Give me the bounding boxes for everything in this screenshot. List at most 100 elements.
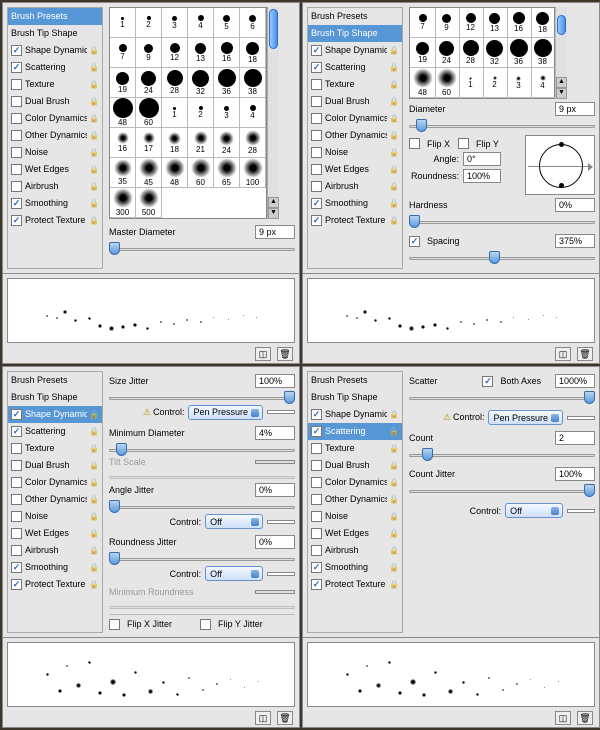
- lock-icon[interactable]: [89, 443, 99, 453]
- lock-icon[interactable]: [389, 215, 399, 225]
- brush-preset-cell[interactable]: 28: [240, 128, 266, 158]
- new-preset-icon[interactable]: ◫: [255, 711, 271, 725]
- brush-preset-cell[interactable]: 48: [110, 98, 136, 128]
- brush-preset-cell[interactable]: 13: [188, 38, 214, 68]
- sidebar-item-texture[interactable]: Texture: [8, 440, 102, 457]
- brush-preset-cell[interactable]: 6: [240, 8, 266, 38]
- flip-y-checkbox[interactable]: [458, 138, 469, 149]
- sidebar-checkbox[interactable]: [311, 460, 322, 471]
- lock-icon[interactable]: [389, 579, 399, 589]
- sidebar-item-wet-edges[interactable]: Wet Edges: [308, 161, 402, 178]
- lock-icon[interactable]: [89, 511, 99, 521]
- size-jitter-value[interactable]: 100%: [255, 374, 295, 388]
- lock-icon[interactable]: [389, 545, 399, 555]
- flip-y-jitter-checkbox[interactable]: [200, 619, 211, 630]
- brush-preset-cell[interactable]: 2: [136, 8, 162, 38]
- sidebar-item-color-dynamics[interactable]: Color Dynamics: [308, 110, 402, 127]
- sidebar-item-protect-texture[interactable]: Protect Texture: [8, 576, 102, 593]
- sidebar-checkbox[interactable]: [11, 62, 22, 73]
- min-diameter-value[interactable]: 4%: [255, 426, 295, 440]
- brush-preset-cell[interactable]: 100: [240, 158, 266, 188]
- sidebar-item-brush-tip-shape[interactable]: Brush Tip Shape: [8, 25, 102, 42]
- spacing-slider[interactable]: [409, 253, 595, 263]
- brush-preset-cell[interactable]: 21: [188, 128, 214, 158]
- sidebar-checkbox[interactable]: [311, 443, 322, 454]
- count-control-extra[interactable]: [567, 509, 595, 513]
- brush-preset-cell[interactable]: 300: [110, 188, 136, 218]
- sidebar-item-scattering[interactable]: Scattering: [8, 59, 102, 76]
- sidebar-item-protect-texture[interactable]: Protect Texture: [308, 212, 402, 229]
- angle-value[interactable]: 0°: [463, 152, 501, 166]
- scroll-down-icon[interactable]: ▼: [268, 208, 279, 219]
- brush-preset-cell[interactable]: 18: [240, 38, 266, 68]
- brush-preset-cell[interactable]: 9: [434, 8, 460, 38]
- sidebar-checkbox[interactable]: [11, 215, 22, 226]
- brush-preset-cell[interactable]: 1: [162, 98, 188, 128]
- brush-preset-cell[interactable]: 2: [188, 98, 214, 128]
- brush-preset-cell[interactable]: 36: [214, 68, 240, 98]
- sidebar-checkbox[interactable]: [311, 164, 322, 175]
- sidebar-item-airbrush[interactable]: Airbrush: [8, 178, 102, 195]
- sidebar-checkbox[interactable]: [311, 477, 322, 488]
- size-control-dropdown[interactable]: Pen Pressure: [188, 405, 263, 420]
- sidebar-checkbox[interactable]: [311, 130, 322, 141]
- brush-preset-cell[interactable]: 5: [214, 8, 240, 38]
- sidebar-item-protect-texture[interactable]: Protect Texture: [308, 576, 402, 593]
- lock-icon[interactable]: [89, 579, 99, 589]
- master-diameter-slider[interactable]: [109, 244, 295, 254]
- sidebar-checkbox[interactable]: [11, 426, 22, 437]
- sidebar-item-other-dynamics[interactable]: Other Dynamics: [8, 491, 102, 508]
- flip-x-checkbox[interactable]: [409, 138, 420, 149]
- sidebar-checkbox[interactable]: [11, 460, 22, 471]
- new-preset-icon[interactable]: ◫: [555, 711, 571, 725]
- brush-preset-cell[interactable]: 500: [136, 188, 162, 218]
- grid-scrollbar[interactable]: ▲ ▼: [267, 7, 279, 219]
- roundness-jitter-value[interactable]: 0%: [255, 535, 295, 549]
- roundness-control-dropdown[interactable]: Off: [205, 566, 263, 581]
- sidebar-checkbox[interactable]: [311, 545, 322, 556]
- lock-icon[interactable]: [389, 62, 399, 72]
- sidebar-item-dual-brush[interactable]: Dual Brush: [308, 93, 402, 110]
- hardness-slider[interactable]: [409, 217, 595, 227]
- sidebar-item-noise[interactable]: Noise: [308, 144, 402, 161]
- sidebar-checkbox[interactable]: [11, 181, 22, 192]
- lock-icon[interactable]: [89, 460, 99, 470]
- brush-preset-cell[interactable]: 12: [458, 8, 484, 38]
- brush-preset-cell[interactable]: 7: [410, 8, 436, 38]
- brush-preset-cell[interactable]: 48: [162, 158, 188, 188]
- sidebar-item-smoothing[interactable]: Smoothing: [308, 559, 402, 576]
- sidebar-checkbox[interactable]: [311, 426, 322, 437]
- sidebar-item-texture[interactable]: Texture: [308, 440, 402, 457]
- brush-preset-cell[interactable]: 48: [410, 68, 436, 98]
- lock-icon[interactable]: [89, 215, 99, 225]
- scatter-value[interactable]: 1000%: [555, 374, 595, 388]
- brush-preset-cell[interactable]: 65: [214, 158, 240, 188]
- sidebar-checkbox[interactable]: [11, 409, 22, 420]
- lock-icon[interactable]: [389, 477, 399, 487]
- roundness-jitter-slider[interactable]: [109, 554, 295, 559]
- new-preset-icon[interactable]: ◫: [255, 347, 271, 361]
- sidebar-item-brush-tip-shape[interactable]: Brush Tip Shape: [8, 389, 102, 406]
- sidebar-item-color-dynamics[interactable]: Color Dynamics: [8, 474, 102, 491]
- sidebar-item-other-dynamics[interactable]: Other Dynamics: [308, 491, 402, 508]
- lock-icon[interactable]: [89, 96, 99, 106]
- lock-icon[interactable]: [89, 477, 99, 487]
- brush-preset-cell[interactable]: 16: [506, 8, 532, 38]
- flip-x-jitter-checkbox[interactable]: [109, 619, 120, 630]
- sidebar-checkbox[interactable]: [11, 443, 22, 454]
- sidebar-checkbox[interactable]: [311, 62, 322, 73]
- sidebar-checkbox[interactable]: [11, 494, 22, 505]
- brush-preset-cell[interactable]: 38: [240, 68, 266, 98]
- lock-icon[interactable]: [89, 62, 99, 72]
- sidebar-item-texture[interactable]: Texture: [8, 76, 102, 93]
- angle-jitter-value[interactable]: 0%: [255, 483, 295, 497]
- sidebar-item-smoothing[interactable]: Smoothing: [8, 559, 102, 576]
- brush-preset-cell[interactable]: 45: [136, 158, 162, 188]
- brush-preset-cell[interactable]: 35: [110, 158, 136, 188]
- lock-icon[interactable]: [389, 426, 399, 436]
- lock-icon[interactable]: [389, 511, 399, 521]
- count-control-dropdown[interactable]: Off: [505, 503, 563, 518]
- spacing-value[interactable]: 375%: [555, 234, 595, 248]
- sidebar-checkbox[interactable]: [311, 79, 322, 90]
- sidebar-item-noise[interactable]: Noise: [8, 144, 102, 161]
